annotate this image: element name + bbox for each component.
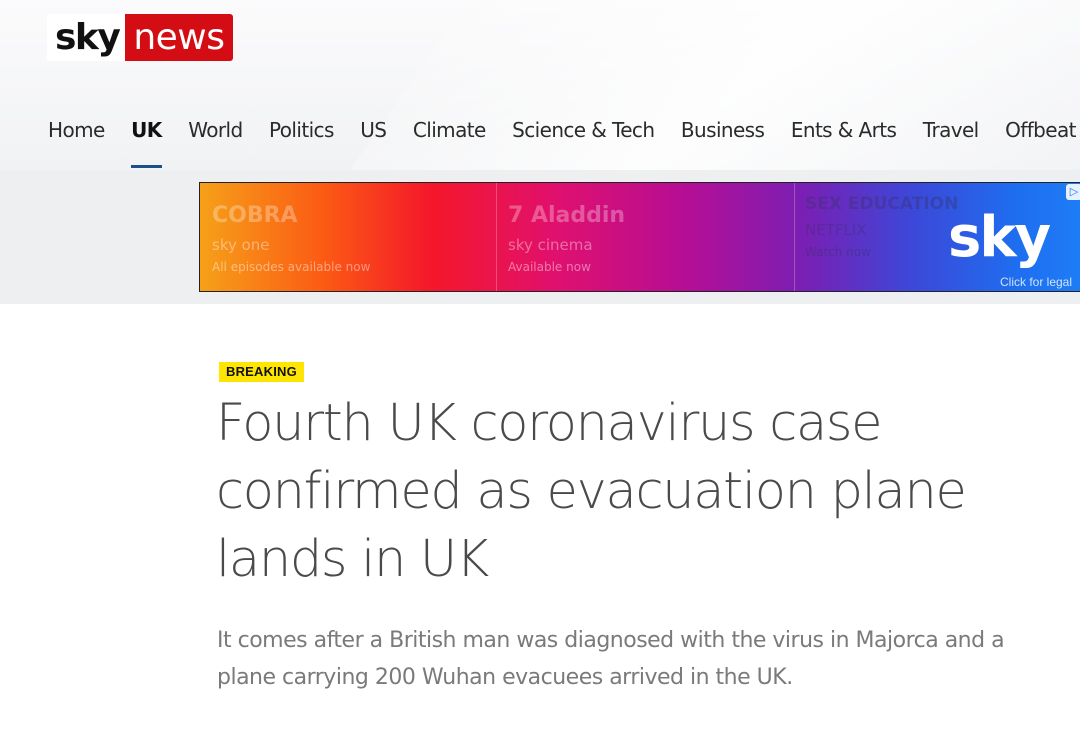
ad-legal-link[interactable]: Click for legal bbox=[1000, 275, 1072, 289]
ad-panel-note: All episodes available now bbox=[212, 260, 371, 274]
ad-panel-channel: NETFLIX bbox=[805, 221, 867, 239]
advert-banner[interactable]: COBRA sky one All episodes available now… bbox=[199, 182, 1080, 292]
article-headline: Fourth UK coronavirus case confirmed as … bbox=[216, 394, 967, 589]
nav-item-home[interactable]: Home bbox=[48, 118, 105, 170]
ad-panel-title: SEX EDUCATION bbox=[805, 194, 959, 214]
ad-divider bbox=[496, 183, 497, 291]
ad-panel-netflix: SEX EDUCATION NETFLIX Watch now bbox=[805, 194, 959, 291]
ad-panel-sky-one: COBRA sky one All episodes available now bbox=[212, 203, 371, 291]
ad-sky-logo: sky bbox=[948, 205, 1051, 270]
site-header: sky news Home UK World Politics US Clima… bbox=[0, 0, 1080, 170]
ad-panel-title: 7 Aladdin bbox=[508, 203, 626, 228]
ad-panel-note: Available now bbox=[508, 260, 591, 274]
nav-item-us[interactable]: US bbox=[360, 118, 387, 170]
nav-item-climate[interactable]: Climate bbox=[413, 118, 486, 170]
nav-item-uk[interactable]: UK bbox=[131, 118, 162, 170]
nav-item-politics[interactable]: Politics bbox=[269, 118, 334, 170]
logo-sky-text: sky bbox=[47, 14, 126, 61]
breaking-badge: BREAKING bbox=[219, 362, 304, 382]
nav-item-ents-arts[interactable]: Ents & Arts bbox=[791, 118, 897, 170]
logo-news-text: news bbox=[125, 14, 233, 61]
ad-panel-channel: sky one bbox=[212, 236, 270, 254]
nav-item-business[interactable]: Business bbox=[681, 118, 765, 170]
adchoices-icon[interactable]: ▷ bbox=[1066, 184, 1080, 200]
ad-panel-title: COBRA bbox=[212, 203, 298, 228]
ad-panel-note: Watch now bbox=[805, 245, 871, 259]
ad-panel-channel: sky cinema bbox=[508, 236, 593, 254]
main-nav: Home UK World Politics US Climate Scienc… bbox=[48, 118, 1080, 170]
sky-news-logo[interactable]: sky news bbox=[47, 14, 233, 61]
nav-item-world[interactable]: World bbox=[188, 118, 243, 170]
ad-panel-sky-cinema: 7 Aladdin sky cinema Available now bbox=[508, 203, 626, 291]
ad-divider bbox=[794, 183, 795, 291]
nav-item-travel[interactable]: Travel bbox=[923, 118, 979, 170]
nav-item-science-tech[interactable]: Science & Tech bbox=[512, 118, 655, 170]
nav-item-offbeat[interactable]: Offbeat bbox=[1005, 118, 1076, 170]
article-standfirst: It comes after a British man was diagnos… bbox=[217, 628, 1005, 690]
